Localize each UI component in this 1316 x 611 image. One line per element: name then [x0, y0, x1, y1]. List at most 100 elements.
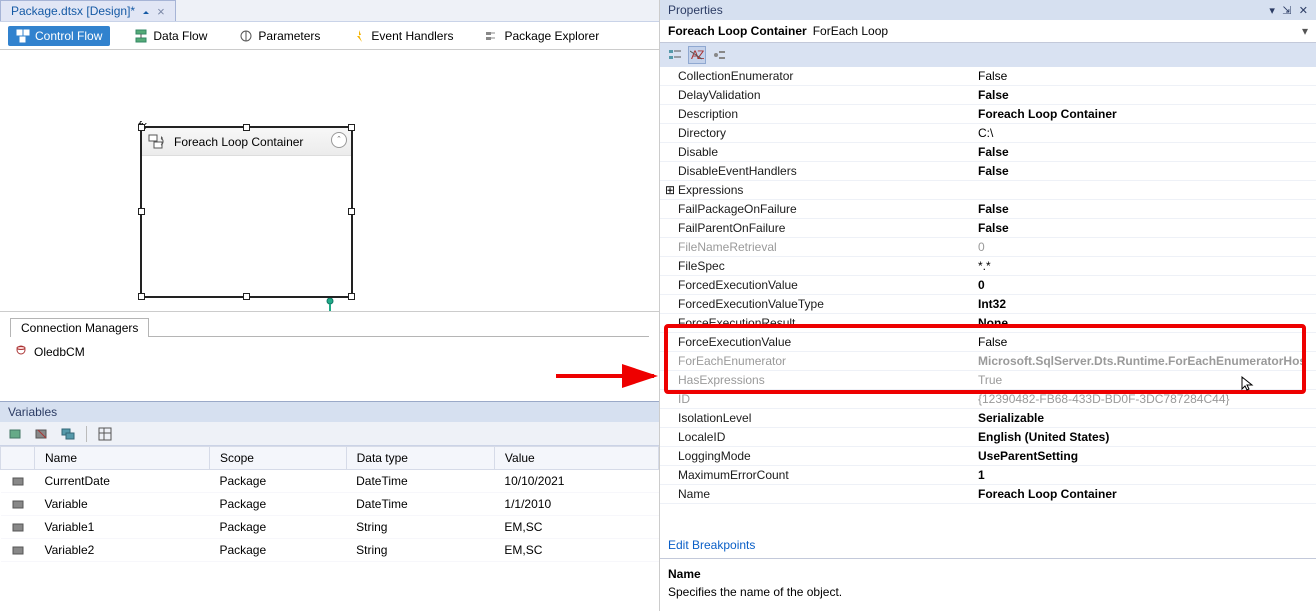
dropdown-icon[interactable]: ▾	[1302, 24, 1308, 38]
alphabetical-icon[interactable]: AZ	[688, 46, 706, 64]
tab-event-handlers[interactable]: Event Handlers	[344, 26, 461, 46]
properties-description: Name Specifies the name of the object.	[660, 558, 1316, 611]
edit-breakpoints-link[interactable]: Edit Breakpoints	[668, 538, 755, 552]
property-pages-icon[interactable]	[710, 46, 728, 64]
tab-control-flow[interactable]: Control Flow	[8, 26, 110, 46]
property-row[interactable]: LocaleIDEnglish (United States)	[660, 428, 1316, 447]
pin-icon[interactable]: ⇲	[1282, 5, 1291, 17]
object-name: ForEach Loop	[813, 24, 888, 38]
resize-handle[interactable]	[138, 124, 145, 131]
foreach-loop-container[interactable]: fx Foreach Loop Container ˆ	[140, 126, 353, 298]
grid-options-icon[interactable]	[97, 426, 113, 442]
var-datatype: String	[346, 516, 494, 539]
property-value[interactable]: None	[978, 316, 1008, 330]
close-icon[interactable]: ×	[157, 4, 165, 19]
properties-grid[interactable]: CollectionEnumeratorFalseDelayValidation…	[660, 67, 1316, 532]
property-row[interactable]: DisableEventHandlersFalse	[660, 162, 1316, 181]
property-row[interactable]: CollectionEnumeratorFalse	[660, 67, 1316, 86]
tab-parameters[interactable]: Parameters	[231, 26, 328, 46]
tab-package-explorer[interactable]: Package Explorer	[477, 26, 607, 46]
col-name[interactable]: Name	[35, 447, 210, 470]
property-value[interactable]: False	[978, 88, 1009, 102]
property-value[interactable]: *.*	[978, 259, 991, 273]
designer-canvas[interactable]: fx Foreach Loop Container ˆ	[0, 50, 659, 311]
property-value[interactable]: C:\	[978, 126, 993, 140]
property-value[interactable]: Serializable	[978, 411, 1044, 425]
collapse-icon[interactable]: ˆ	[331, 132, 347, 148]
connection-managers-tab[interactable]: Connection Managers	[10, 318, 149, 337]
close-icon[interactable]: ✕	[1299, 5, 1308, 17]
output-connector-icon[interactable]	[320, 298, 340, 311]
property-value[interactable]: Int32	[978, 297, 1006, 311]
property-value[interactable]: Foreach Loop Container	[978, 487, 1117, 501]
property-row[interactable]: DirectoryC:\	[660, 124, 1316, 143]
property-value[interactable]: False	[978, 69, 1007, 83]
property-row[interactable]: FailParentOnFailureFalse	[660, 219, 1316, 238]
property-value[interactable]: 1	[978, 468, 985, 482]
property-row[interactable]: ForcedExecutionValueTypeInt32	[660, 295, 1316, 314]
property-row[interactable]: HasExpressionsTrue	[660, 371, 1316, 390]
property-row[interactable]: IsolationLevelSerializable	[660, 409, 1316, 428]
expander-icon[interactable]: ⊞	[664, 183, 676, 197]
property-row[interactable]: MaximumErrorCount1	[660, 466, 1316, 485]
file-tab-package[interactable]: Package.dtsx [Design]* ×	[0, 0, 176, 21]
table-row[interactable]: Variable2PackageStringEM,SC	[1, 539, 659, 562]
col-datatype[interactable]: Data type	[346, 447, 494, 470]
col-value[interactable]: Value	[494, 447, 658, 470]
property-value[interactable]: False	[978, 221, 1009, 235]
property-name: FileNameRetrieval	[678, 240, 978, 254]
property-row[interactable]: LoggingModeUseParentSetting	[660, 447, 1316, 466]
col-scope[interactable]: Scope	[209, 447, 346, 470]
property-value[interactable]: True	[978, 373, 1002, 387]
property-row[interactable]: ForcedExecutionValue0	[660, 276, 1316, 295]
table-row[interactable]: CurrentDatePackageDateTime10/10/2021	[1, 470, 659, 493]
var-datatype: String	[346, 539, 494, 562]
tab-data-flow[interactable]: Data Flow	[126, 26, 215, 46]
add-variable-icon[interactable]	[8, 426, 24, 442]
table-row[interactable]: Variable1PackageStringEM,SC	[1, 516, 659, 539]
resize-handle[interactable]	[243, 293, 250, 300]
resize-handle[interactable]	[243, 124, 250, 131]
var-value: EM,SC	[494, 516, 658, 539]
window-dropdown-icon[interactable]: ▾	[1269, 5, 1275, 17]
property-row[interactable]: ForceExecutionResultNone	[660, 314, 1316, 333]
property-row[interactable]: ForEachEnumeratorMicrosoft.SqlServer.Dts…	[660, 352, 1316, 371]
loop-icon	[148, 133, 166, 151]
property-value[interactable]: English (United States)	[978, 430, 1109, 444]
pin-icon[interactable]	[141, 6, 151, 16]
property-row[interactable]: DescriptionForeach Loop Container	[660, 105, 1316, 124]
resize-handle[interactable]	[138, 208, 145, 215]
var-scope: Package	[209, 470, 346, 493]
resize-handle[interactable]	[348, 293, 355, 300]
property-value[interactable]: False	[978, 335, 1007, 349]
property-row[interactable]: FileSpec*.*	[660, 257, 1316, 276]
property-row[interactable]: NameForeach Loop Container	[660, 485, 1316, 504]
property-value[interactable]: Microsoft.SqlServer.Dts.Runtime.ForEachE…	[978, 354, 1306, 368]
property-row[interactable]: FailPackageOnFailureFalse	[660, 200, 1316, 219]
property-value[interactable]: False	[978, 202, 1009, 216]
property-value[interactable]: False	[978, 145, 1009, 159]
property-value[interactable]: Foreach Loop Container	[978, 107, 1117, 121]
property-value[interactable]: {12390482-FB68-433D-BD0F-3DC787284C44}	[978, 392, 1230, 406]
categorized-icon[interactable]	[666, 46, 684, 64]
property-value[interactable]: 0	[978, 278, 985, 292]
property-value[interactable]: UseParentSetting	[978, 449, 1078, 463]
delete-variable-icon[interactable]	[34, 426, 50, 442]
properties-object-selector[interactable]: Foreach Loop Container ForEach Loop ▾	[660, 20, 1316, 43]
connection-manager-item[interactable]: OledbCM	[10, 343, 649, 361]
property-row[interactable]: ForceExecutionValueFalse	[660, 333, 1316, 352]
property-row[interactable]: DisableFalse	[660, 143, 1316, 162]
resize-handle[interactable]	[348, 124, 355, 131]
property-row[interactable]: ID{12390482-FB68-433D-BD0F-3DC787284C44}	[660, 390, 1316, 409]
property-value[interactable]: 0	[978, 240, 985, 254]
move-variable-icon[interactable]	[60, 426, 76, 442]
container-header[interactable]: fx Foreach Loop Container ˆ	[142, 128, 351, 156]
resize-handle[interactable]	[348, 208, 355, 215]
property-row[interactable]: FileNameRetrieval0	[660, 238, 1316, 257]
property-value[interactable]: False	[978, 164, 1009, 178]
property-row[interactable]: DelayValidationFalse	[660, 86, 1316, 105]
property-row[interactable]: ⊞Expressions	[660, 181, 1316, 200]
resize-handle[interactable]	[138, 293, 145, 300]
table-row[interactable]: VariablePackageDateTime1/1/2010	[1, 493, 659, 516]
var-value: 10/10/2021	[494, 470, 658, 493]
